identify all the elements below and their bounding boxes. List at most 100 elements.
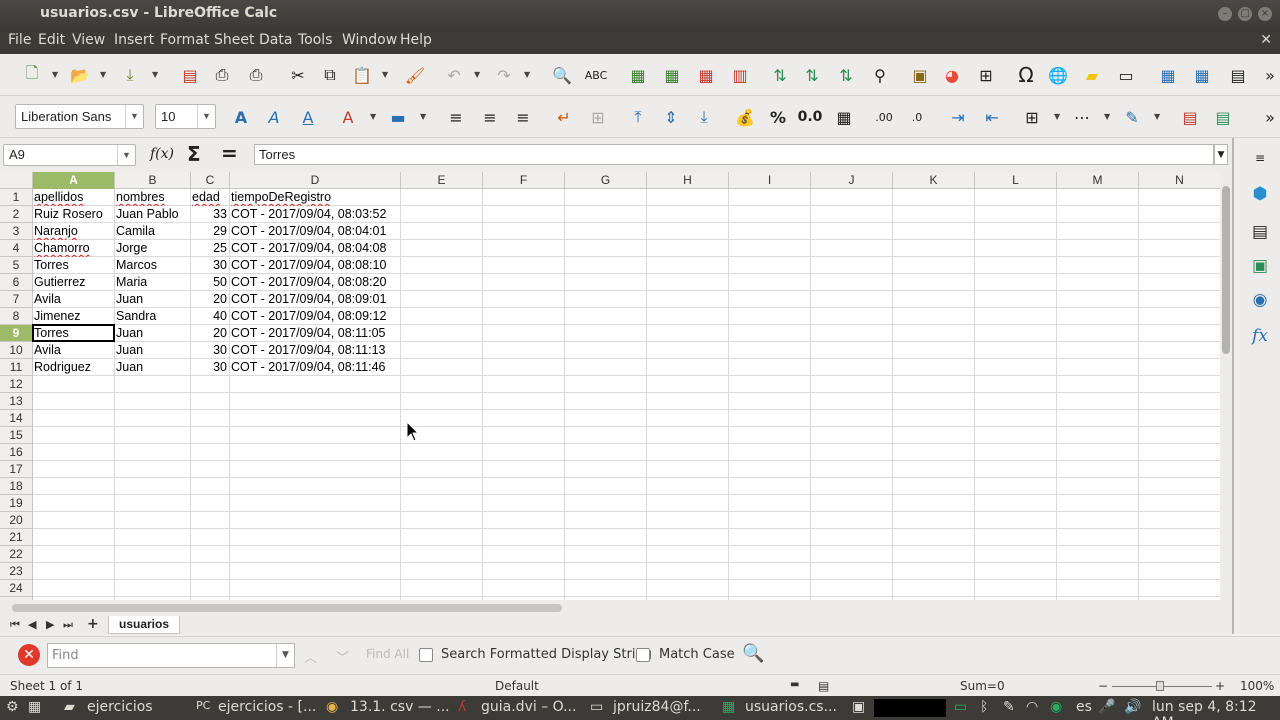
cell-b2[interactable]: Juan Pablo <box>115 206 190 223</box>
split-window-icon[interactable]: ▤ <box>1226 64 1250 86</box>
row-header-2[interactable]: 2 <box>0 206 32 223</box>
match-case-checkbox[interactable] <box>636 648 650 662</box>
row-header-15[interactable]: 15 <box>0 427 32 444</box>
row-header-16[interactable]: 16 <box>0 444 32 461</box>
taskbar-item[interactable]: jpruiz84@f... <box>613 699 701 715</box>
horizontal-scrollbar[interactable] <box>0 600 1232 616</box>
add-decimal-icon[interactable]: .00 <box>872 106 896 128</box>
styles-icon[interactable]: ▤ <box>1211 106 1235 128</box>
close-find-icon[interactable]: ✕ <box>18 644 40 666</box>
cell-a5[interactable]: Torres <box>33 257 114 274</box>
align-left-icon[interactable]: ≡ <box>444 106 468 128</box>
row-header-3[interactable]: 3 <box>0 223 32 240</box>
cell-d1[interactable]: tiempoDeRegistro <box>230 189 400 206</box>
cell-d6[interactable]: COT - 2017/09/04, 08:08:20 <box>230 274 400 291</box>
cell-d9[interactable]: COT - 2017/09/04, 08:11:05 <box>230 325 400 342</box>
pivot-table-icon[interactable]: ⊞ <box>974 64 998 86</box>
cell-d11[interactable]: COT - 2017/09/04, 08:11:46 <box>230 359 400 376</box>
font-size-box[interactable]: 10 ▼ <box>155 104 216 129</box>
cell-a2[interactable]: Ruiz Rosero <box>33 206 114 223</box>
row-header-17[interactable]: 17 <box>0 461 32 478</box>
row-header-10[interactable]: 10 <box>0 342 32 359</box>
system-menu-icon[interactable]: ⚙ <box>6 699 19 715</box>
find-previous-icon[interactable]: ︿ <box>304 647 317 666</box>
zoom-slider-thumb[interactable] <box>1156 681 1164 691</box>
styles-icon[interactable]: ▤ <box>1248 220 1272 244</box>
sum-icon[interactable]: Σ <box>187 142 201 166</box>
paste-icon[interactable]: 📋 <box>350 64 374 86</box>
border-style-icon[interactable]: ⋯ <box>1070 106 1094 128</box>
next-sheet-icon[interactable]: ▶ <box>46 618 54 631</box>
italic-icon[interactable]: A <box>262 106 286 128</box>
close-window-button[interactable]: × <box>1258 7 1272 21</box>
cell-b8[interactable]: Sandra <box>115 308 190 325</box>
open-folder-icon[interactable]: 📂 <box>68 64 92 86</box>
toolbar-overflow-icon[interactable]: » <box>1258 106 1280 128</box>
conditional-format-icon[interactable]: ▤ <box>1178 106 1202 128</box>
clone-formatting-icon[interactable]: 🖌 <box>403 64 427 86</box>
row-header-6[interactable]: 6 <box>0 274 32 291</box>
column-header-j[interactable]: J <box>811 172 893 189</box>
align-center-icon[interactable]: ≡ <box>478 106 502 128</box>
column-icon[interactable]: ▦ <box>660 64 684 86</box>
column-header-f[interactable]: F <box>483 172 565 189</box>
chevron-down-icon[interactable]: ▼ <box>117 145 135 165</box>
cell-c10[interactable]: 30 <box>191 342 229 359</box>
insert-rows-icon[interactable]: ▦ <box>694 64 718 86</box>
clock[interactable]: lun sep 4, 8:12 AM <box>1152 699 1280 720</box>
row-header-4[interactable]: 4 <box>0 240 32 257</box>
underline-icon[interactable]: A <box>296 106 320 128</box>
taskbar-item[interactable]: ejercicios <box>87 699 153 715</box>
cell-b9[interactable]: Juan <box>115 325 190 342</box>
taskbar-item[interactable]: guia.dvi – O... <box>481 699 576 715</box>
merge-cells-icon[interactable]: ⊞ <box>586 106 610 128</box>
properties-icon[interactable]: ⬢ <box>1248 182 1272 206</box>
decrease-indent-icon[interactable]: ⇤ <box>980 106 1004 128</box>
add-sheet-icon[interactable]: + <box>87 616 99 632</box>
bold-icon[interactable]: A <box>229 106 253 128</box>
find-replace-icon[interactable]: 🔍 <box>550 64 574 86</box>
navigator-icon[interactable]: ◉ <box>1248 288 1272 312</box>
cell-c1[interactable]: edad <box>191 189 229 206</box>
cell-c7[interactable]: 20 <box>191 291 229 308</box>
vertical-scrollbar[interactable] <box>1220 172 1232 600</box>
toolbar-overflow-icon[interactable]: » <box>1258 64 1280 86</box>
taskbar-item[interactable]: 13.1. csv — ... <box>350 699 450 715</box>
row-header-13[interactable]: 13 <box>0 393 32 410</box>
find-replace-icon[interactable]: 🔍 <box>742 643 764 664</box>
border-color-icon[interactable]: ✎ <box>1120 106 1144 128</box>
menu-insert[interactable]: Insert <box>114 32 154 48</box>
percent-icon[interactable]: % <box>766 106 790 128</box>
font-color-icon[interactable]: A <box>336 106 360 128</box>
row-icon[interactable]: ▦ <box>626 64 650 86</box>
cell-b6[interactable]: Maria <box>115 274 190 291</box>
cell-c5[interactable]: 30 <box>191 257 229 274</box>
row-header-20[interactable]: 20 <box>0 512 32 529</box>
cell-a8[interactable]: Jimenez <box>33 308 114 325</box>
column-header-d[interactable]: D <box>230 172 401 189</box>
menu-edit[interactable]: Edit <box>38 32 65 48</box>
select-all-corner[interactable] <box>0 172 33 189</box>
new-document-icon[interactable]: 🗋 <box>20 63 44 86</box>
copy-icon[interactable]: ⧉ <box>318 64 342 86</box>
bluetooth-icon[interactable]: ᛒ <box>980 699 988 715</box>
menu-view[interactable]: View <box>72 32 105 48</box>
row-header-11[interactable]: 11 <box>0 359 32 376</box>
cell-b1[interactable]: nombres <box>115 189 190 206</box>
keyboard-language[interactable]: es <box>1076 699 1092 715</box>
currency-icon[interactable]: 💰 <box>733 106 757 128</box>
hyperlink-icon[interactable]: 🌐 <box>1046 64 1070 86</box>
menu-file[interactable]: File <box>8 32 31 48</box>
maximize-button[interactable]: □ <box>1238 7 1252 21</box>
find-next-icon[interactable]: ﹀ <box>336 647 349 666</box>
name-box[interactable]: A9 ▼ <box>3 144 136 166</box>
row-header-24[interactable]: 24 <box>0 580 32 597</box>
cell-c6[interactable]: 50 <box>191 274 229 291</box>
search-formatted-checkbox[interactable] <box>419 648 433 662</box>
menu-tools[interactable]: Tools <box>298 32 333 48</box>
close-document-icon[interactable]: ✕ <box>1260 32 1272 48</box>
formula-input[interactable]: Torres <box>254 144 1214 165</box>
delete-columns-icon[interactable]: ▥ <box>728 64 752 86</box>
functions-icon[interactable]: fx <box>1248 324 1272 348</box>
column-header-a[interactable]: A <box>33 172 115 189</box>
